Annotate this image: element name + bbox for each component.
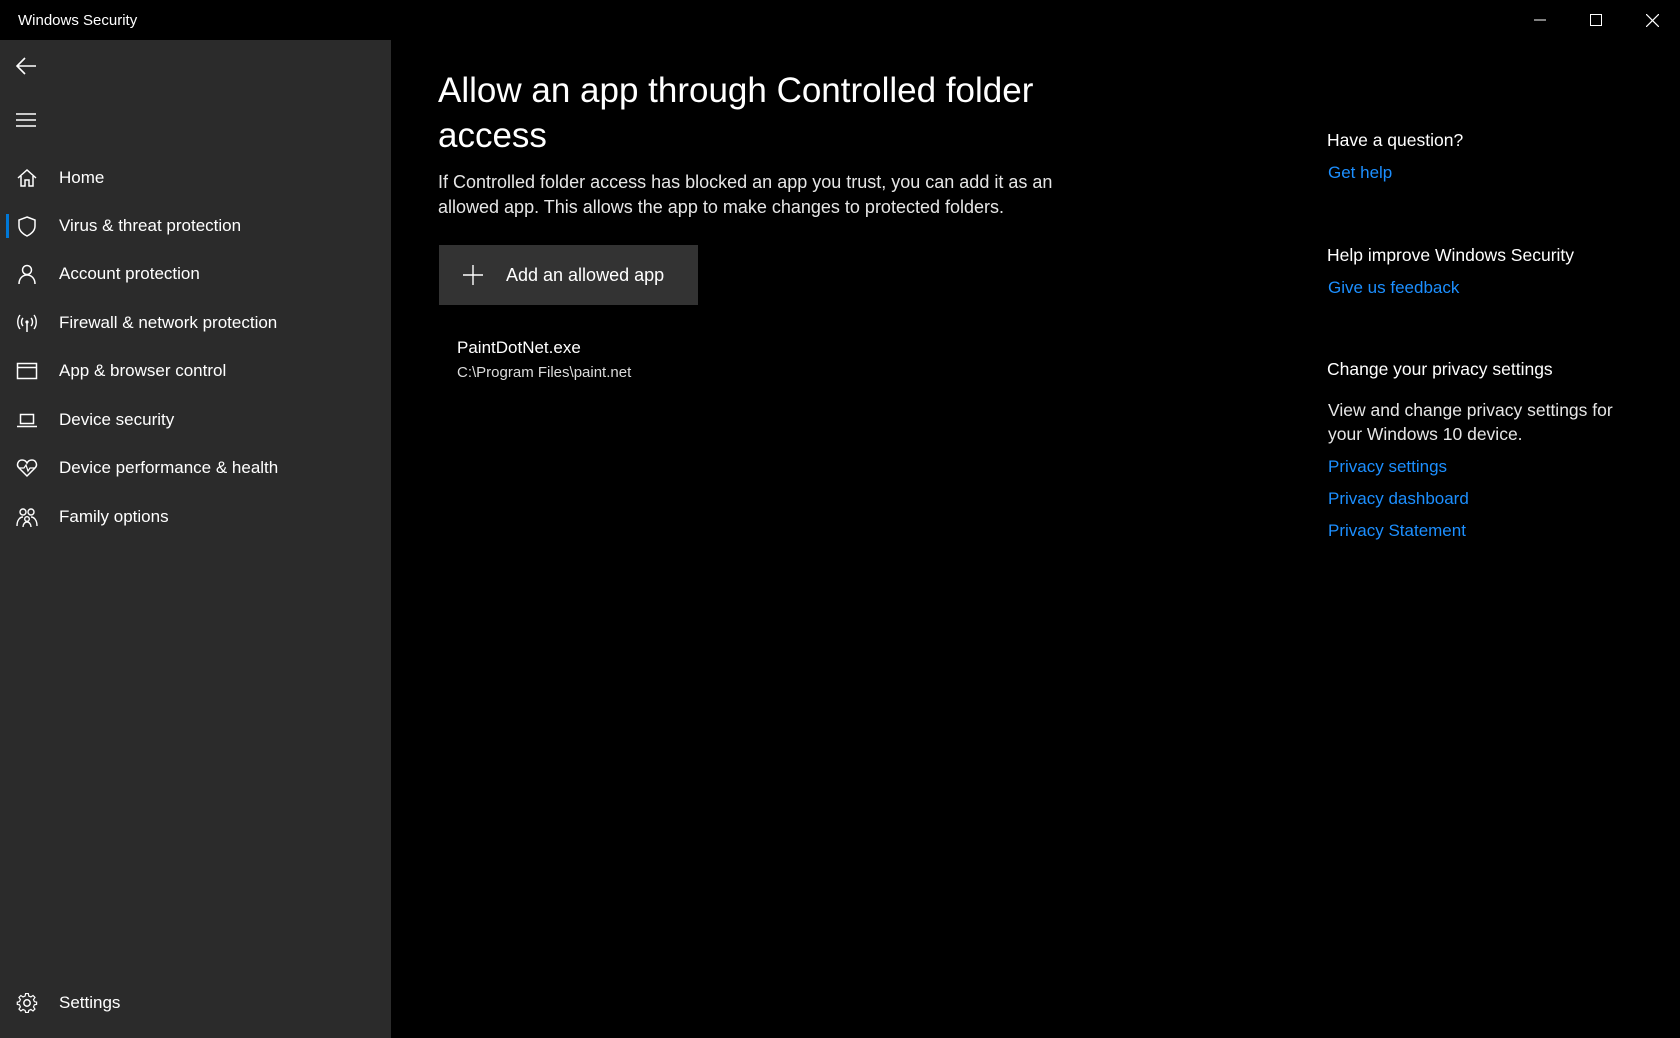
sidebar-item-home[interactable]: Home [0, 154, 391, 202]
maximize-button[interactable] [1568, 0, 1624, 40]
hamburger-menu-button[interactable] [10, 104, 42, 136]
help-improve-heading: Help improve Windows Security [1327, 245, 1575, 265]
back-arrow-icon [16, 57, 36, 75]
sidebar-item-label: Firewall & network protection [59, 313, 278, 332]
privacy-settings-link[interactable]: Privacy settings [1328, 457, 1447, 477]
sidebar: Home Virus & threat protection Account p… [0, 40, 391, 1038]
have-a-question-heading: Have a question? [1327, 130, 1464, 150]
heart-pulse-icon [15, 456, 39, 480]
allowed-app-path: C:\Program Files\paint.net [457, 364, 632, 381]
get-help-link[interactable]: Get help [1328, 163, 1392, 183]
privacy-description: View and change privacy settings for you… [1328, 400, 1613, 444]
privacy-statement-link[interactable]: Privacy Statement [1328, 521, 1466, 541]
main-content: Allow an app through Controlled folder a… [391, 40, 1680, 1038]
hamburger-icon [16, 113, 36, 127]
sidebar-item-label: Family options [59, 507, 169, 526]
add-allowed-app-label: Add an allowed app [506, 264, 665, 285]
sidebar-item-account-protection[interactable]: Account protection [0, 250, 391, 298]
sidebar-item-virus-threat-protection[interactable]: Virus & threat protection [0, 202, 391, 250]
allowed-app-name: PaintDotNet.exe [457, 338, 581, 357]
sidebar-item-family-options[interactable]: Family options [0, 493, 391, 541]
close-icon [1645, 13, 1659, 27]
title-bar: Windows Security [0, 0, 1680, 40]
maximize-icon [1590, 14, 1602, 26]
plus-icon [463, 265, 483, 285]
sidebar-item-device-security[interactable]: Device security [0, 396, 391, 444]
sidebar-item-app-browser-control[interactable]: App & browser control [0, 347, 391, 395]
give-feedback-link[interactable]: Give us feedback [1328, 278, 1459, 298]
sidebar-item-label: Device security [59, 410, 175, 429]
shield-icon [15, 214, 39, 238]
sidebar-item-settings[interactable]: Settings [0, 979, 391, 1027]
add-allowed-app-button[interactable]: Add an allowed app [439, 245, 698, 305]
laptop-icon [15, 408, 39, 432]
home-icon [15, 166, 39, 190]
browser-window-icon [15, 359, 39, 383]
sidebar-item-device-performance-health[interactable]: Device performance & health [0, 444, 391, 492]
wireless-icon [15, 311, 39, 335]
allowed-app-item[interactable]: PaintDotNet.exe C:\Program Files\paint.n… [457, 338, 777, 388]
minimize-icon [1534, 19, 1546, 21]
sidebar-item-label: App & browser control [59, 361, 227, 380]
sidebar-item-label: Home [59, 168, 105, 187]
minimize-button[interactable] [1512, 0, 1568, 40]
sidebar-item-label: Account protection [59, 264, 200, 283]
privacy-heading: Change your privacy settings [1327, 359, 1553, 379]
back-button[interactable] [10, 50, 42, 82]
gear-icon [15, 991, 39, 1015]
privacy-dashboard-link[interactable]: Privacy dashboard [1328, 489, 1469, 509]
sidebar-item-label: Virus & threat protection [59, 216, 242, 235]
page-description: If Controlled folder access has blocked … [438, 172, 1053, 217]
family-icon [15, 505, 39, 529]
sidebar-item-label: Device performance & health [59, 458, 279, 477]
window-title: Windows Security [18, 12, 138, 29]
sidebar-item-label: Settings [59, 993, 121, 1012]
close-button[interactable] [1624, 0, 1680, 40]
person-icon [15, 262, 39, 286]
sidebar-item-firewall-network-protection[interactable]: Firewall & network protection [0, 299, 391, 347]
page-title: Allow an app through Controlled folder a… [438, 71, 1034, 155]
